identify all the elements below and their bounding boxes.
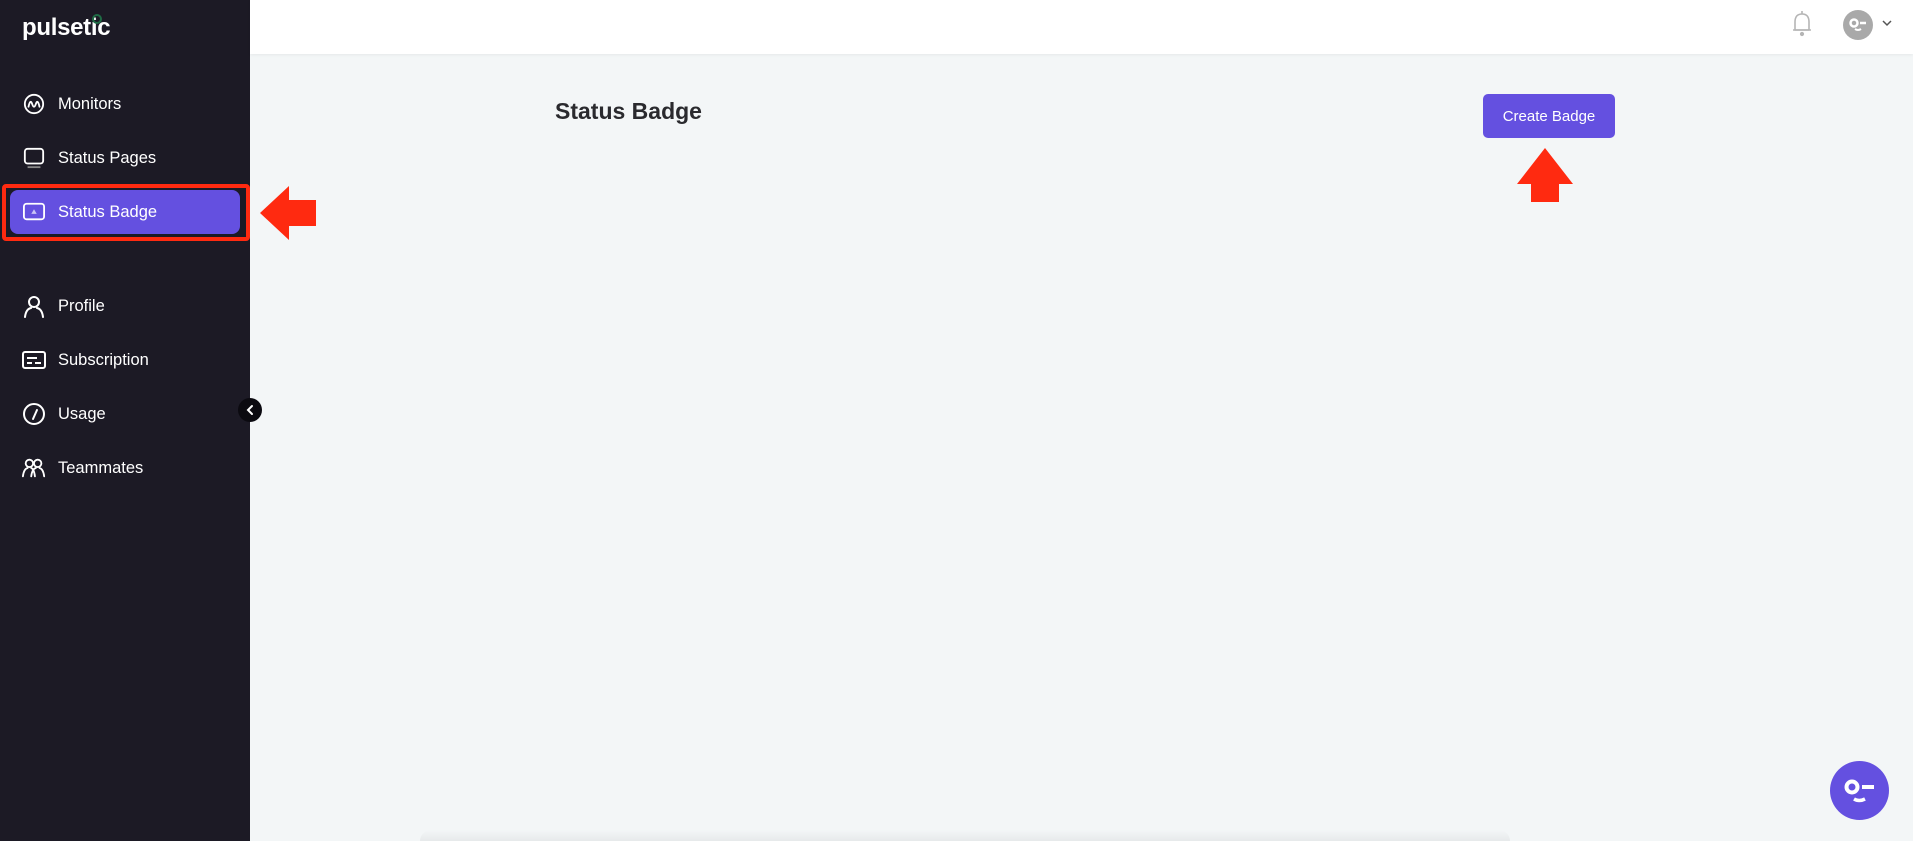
credit-card-icon [22,348,46,372]
sidebar-item-label: Status Badge [58,202,158,221]
bell-icon [1793,11,1811,37]
user-avatar[interactable] [1843,10,1873,40]
status-pages-icon [22,146,46,170]
annotation-arrow-left-icon [260,186,316,240]
logo-signal-icon [92,14,102,24]
sidebar-item-label: Status Pages [58,148,157,167]
chat-widget-button[interactable] [1830,761,1889,820]
sidebar-item-label: Subscription [58,350,149,369]
chat-face-icon [1844,779,1874,802]
avatar-icon [1849,18,1866,31]
notifications-button[interactable] [1790,10,1814,38]
gauge-icon [22,402,46,426]
sidebar-item-subscription[interactable]: Subscription [10,338,240,382]
top-bar [250,0,1913,54]
page-title: Status Badge [555,98,702,124]
sidebar-item-label: Teammates [58,458,144,477]
sidebar-item-label: Usage [58,404,106,423]
sidebar-item-teammates[interactable]: Teammates [10,446,240,490]
chevron-left-icon [246,405,253,415]
sidebar-item-monitors[interactable]: Monitors [10,82,240,126]
user-icon [22,294,46,318]
monitor-pulse-icon [22,92,46,116]
sidebar-item-usage[interactable]: Usage [10,392,240,436]
bottom-panel-shadow [420,830,1510,841]
sidebar-item-status-pages[interactable]: Status Pages [10,136,240,180]
annotation-arrow-up-icon [1517,148,1573,202]
status-badge-icon [22,200,46,224]
user-menu-toggle[interactable] [1880,16,1894,30]
chevron-down-icon [1882,20,1892,27]
sidebar-item-profile[interactable]: Profile [10,284,240,328]
create-badge-button[interactable]: Create Badge [1483,94,1615,138]
users-icon [22,456,46,480]
sidebar-item-label: Profile [58,296,105,315]
sidebar-item-label: Monitors [58,94,122,113]
collapse-sidebar-button[interactable] [238,398,262,422]
sidebar: pulsetic Monitors Status Pages Status Ba… [0,0,250,841]
sidebar-item-status-badge[interactable]: Status Badge [10,190,240,234]
